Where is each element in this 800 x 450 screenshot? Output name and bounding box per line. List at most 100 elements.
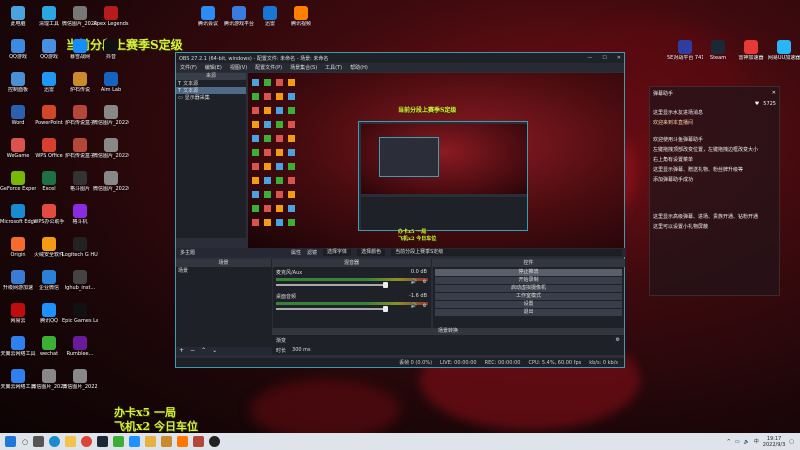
close-icon[interactable]: ✕ (772, 90, 776, 97)
chrome-icon[interactable] (81, 436, 93, 447)
desktop-icon[interactable]: 网易UU加速器 (766, 40, 800, 61)
desktop-icon[interactable]: 雷神加速器 (733, 40, 769, 61)
desktop-icon[interactable]: Epic Games Launcher (62, 303, 98, 324)
gear-icon[interactable]: ⚙ (616, 337, 620, 343)
desktop-icon[interactable]: Apex Legends (93, 6, 129, 27)
source-item[interactable]: ▭ 显示器采集 (176, 94, 246, 102)
online-count: 5725 (763, 101, 776, 107)
clock[interactable]: 19:17 2022/9/3 (763, 436, 785, 448)
volume-slider[interactable] (276, 306, 388, 312)
desktop-icon[interactable]: Logitech G HUB (62, 237, 98, 258)
wechat-icon[interactable] (113, 436, 125, 447)
app-icon (711, 40, 725, 54)
slider-knob[interactable] (383, 282, 388, 288)
duration-input[interactable]: 300 ms (292, 347, 620, 353)
desktop-icon[interactable]: 格斗机 (62, 204, 98, 225)
text-source-input[interactable]: 当前分段上赛季S定级 (391, 249, 622, 256)
source-item[interactable]: T 文本源 (176, 87, 246, 94)
scene-item[interactable]: 场景 (176, 267, 272, 274)
menu-file[interactable]: 文件(F) (180, 64, 197, 71)
status-live: LIVE: 00:00:00 (440, 359, 477, 366)
obs-window[interactable]: OBS 27.2.1 (64-bit, windows) - 配置文件: 未命名… (175, 52, 626, 368)
desktop-icon[interactable]: Aim Lab (93, 72, 129, 93)
desktop-icon[interactable]: Steam (700, 40, 736, 61)
preview-mini-icon (276, 191, 283, 198)
gear-icon[interactable]: ⚙ (423, 279, 427, 285)
transition-select[interactable]: 渐变 (276, 337, 610, 344)
minimize-icon[interactable]: — (587, 55, 592, 61)
close-icon[interactable]: ✕ (617, 55, 621, 61)
chevron-up-icon[interactable]: ^ (727, 439, 731, 445)
task-view-icon[interactable] (33, 436, 45, 447)
desktop-icon[interactable]: 微信图片_2022082... (93, 138, 129, 159)
douyu-icon[interactable] (177, 436, 189, 447)
app-icon (104, 39, 118, 53)
app-icon (11, 270, 25, 284)
obs-titlebar[interactable]: OBS 27.2.1 (64-bit, windows) - 配置文件: 未命名… (176, 53, 624, 63)
search-icon[interactable]: ○ (22, 438, 28, 446)
desktop-icon[interactable]: Rumblee... (62, 336, 98, 357)
game-app-icon[interactable] (193, 436, 205, 447)
speaker-icon[interactable]: 🔊 (411, 303, 417, 309)
steam-icon[interactable] (97, 436, 109, 447)
studio-mode-button[interactable]: 工作室模式 (435, 293, 622, 300)
maximize-icon[interactable]: ☐ (602, 55, 606, 61)
explorer-icon[interactable] (65, 436, 77, 447)
preview-line1: 办卡x5 一局 (398, 229, 427, 235)
source-item[interactable]: T 文本源 (176, 80, 246, 88)
desktop-icon[interactable]: 腾讯视频 (283, 6, 319, 27)
desktop-icon[interactable]: 微信图片_2022 (62, 369, 98, 390)
edge-icon[interactable] (49, 436, 61, 447)
menu-view[interactable]: 视图(V) (230, 64, 247, 71)
preview-mini-icon (264, 149, 271, 156)
desktop-icon[interactable]: 5E对战平台 741 (667, 40, 703, 61)
remove-icon[interactable]: − (190, 347, 195, 355)
network-icon[interactable]: ▭ (735, 439, 740, 445)
desktop-icon[interactable]: 抖音 (93, 39, 129, 60)
preview-mini-icon (288, 191, 295, 198)
folder-icon[interactable] (145, 436, 157, 447)
chevron-down-icon[interactable]: ⌄ (212, 347, 217, 355)
game-app-icon[interactable] (161, 436, 173, 447)
chevron-up-icon[interactable]: ⌃ (201, 347, 206, 355)
volume-icon[interactable]: 🔈 (744, 439, 750, 445)
windows-start-icon[interactable] (5, 436, 16, 447)
desktop-icon[interactable]: lghub_inst... (62, 270, 98, 291)
app-icon (11, 138, 25, 152)
desktop-icon-label: Apex Legends (93, 21, 129, 27)
select-color-button[interactable]: 选择颜色 (357, 249, 386, 256)
menu-tools[interactable]: 工具(T) (325, 64, 342, 71)
menu-profile[interactable]: 配置文件(P) (255, 64, 282, 71)
speaker-icon[interactable]: 🔊 (411, 279, 417, 285)
desktop-icon-label: 微信图片_2022082... (93, 120, 129, 126)
exit-button[interactable]: 退出 (435, 309, 622, 316)
notification-icon[interactable]: ▢ (789, 439, 794, 445)
stop-streaming-button[interactable]: 停止推流 (435, 269, 622, 276)
app-icon (11, 237, 25, 251)
gear-icon[interactable]: ⚙ (423, 303, 427, 309)
properties-button[interactable]: 属性 (291, 249, 301, 256)
qq-icon[interactable] (129, 436, 141, 447)
select-font-button[interactable]: 选择字体 (323, 249, 352, 256)
obs-icon[interactable] (209, 436, 221, 447)
ime-indicator[interactable]: 中 (754, 438, 759, 445)
app-icon (11, 303, 25, 317)
start-recording-button[interactable]: 开始录制 (435, 277, 622, 284)
channel-name: 麦克风/Aux (276, 270, 303, 276)
slider-knob[interactable] (383, 306, 388, 312)
add-icon[interactable]: + (179, 347, 184, 355)
settings-button[interactable]: 设置 (435, 301, 622, 308)
desktop-icon[interactable]: 微信图片_2022082... (93, 105, 129, 126)
menu-help[interactable]: 帮助(H) (350, 64, 368, 71)
desktop-icon-label: 微信图片_2022 (62, 384, 98, 390)
app-icon (73, 270, 87, 284)
obs-preview[interactable]: 当前分段上赛季S定级 办卡x5 一局 飞机x2 今日车位 (248, 73, 624, 248)
desktop-icon[interactable]: 微信图片_2022082... (93, 171, 129, 192)
volume-slider[interactable] (276, 282, 388, 288)
danmaku-helper-panel[interactable]: 弹幕助手 ✕ ♥ 5725 这里显示水友进场消息 欢迎来到本直播间 欢迎使用斗鱼… (649, 86, 780, 296)
menu-edit[interactable]: 编辑(E) (205, 64, 222, 71)
preview-mini-icon (288, 79, 295, 86)
menu-scene-collection[interactable]: 场景集合(S) (290, 64, 317, 71)
virtual-camera-button[interactable]: 启动虚拟摄像机 (435, 285, 622, 292)
filters-button[interactable]: 滤镜 (307, 249, 317, 256)
